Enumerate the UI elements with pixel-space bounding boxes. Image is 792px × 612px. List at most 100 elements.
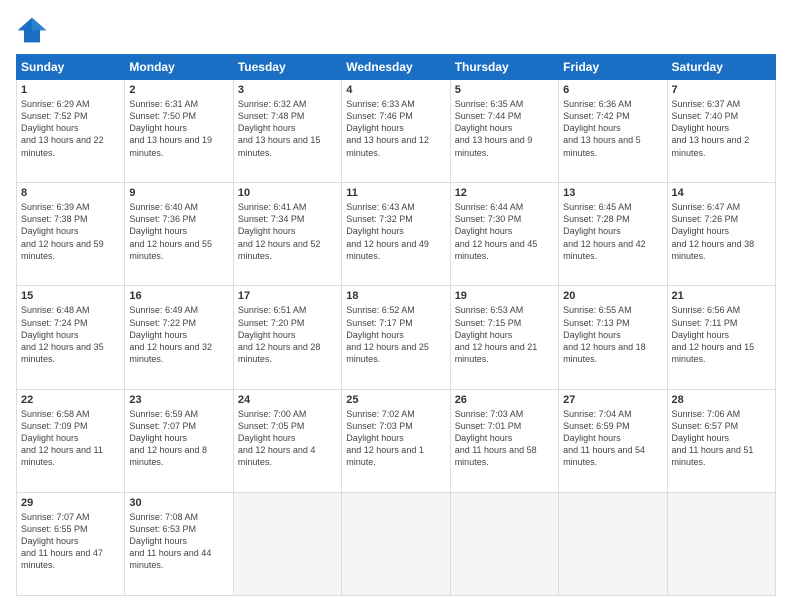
day-number: 13 — [563, 187, 662, 199]
calendar-cell: 5 Sunrise: 6:35 AMSunset: 7:44 PMDayligh… — [450, 80, 558, 183]
calendar-cell — [559, 492, 667, 595]
day-info: Sunrise: 6:31 AMSunset: 7:50 PMDaylight … — [129, 98, 228, 159]
calendar-cell: 1 Sunrise: 6:29 AMSunset: 7:52 PMDayligh… — [17, 80, 125, 183]
logo — [16, 16, 52, 44]
day-header-sunday: Sunday — [17, 55, 125, 80]
day-info: Sunrise: 6:55 AMSunset: 7:13 PMDaylight … — [563, 304, 662, 365]
calendar-week-4: 22 Sunrise: 6:58 AMSunset: 7:09 PMDaylig… — [17, 389, 776, 492]
calendar-cell: 10 Sunrise: 6:41 AMSunset: 7:34 PMDaylig… — [233, 183, 341, 286]
day-number: 11 — [346, 187, 445, 199]
day-number: 30 — [129, 497, 228, 509]
day-number: 22 — [21, 394, 120, 406]
calendar-cell: 23 Sunrise: 6:59 AMSunset: 7:07 PMDaylig… — [125, 389, 233, 492]
calendar-header-row: SundayMondayTuesdayWednesdayThursdayFrid… — [17, 55, 776, 80]
day-info: Sunrise: 6:48 AMSunset: 7:24 PMDaylight … — [21, 304, 120, 365]
calendar-week-1: 1 Sunrise: 6:29 AMSunset: 7:52 PMDayligh… — [17, 80, 776, 183]
calendar-week-3: 15 Sunrise: 6:48 AMSunset: 7:24 PMDaylig… — [17, 286, 776, 389]
day-number: 5 — [455, 84, 554, 96]
day-number: 12 — [455, 187, 554, 199]
day-number: 14 — [672, 187, 771, 199]
day-info: Sunrise: 6:47 AMSunset: 7:26 PMDaylight … — [672, 201, 771, 262]
day-info: Sunrise: 6:40 AMSunset: 7:36 PMDaylight … — [129, 201, 228, 262]
day-number: 21 — [672, 290, 771, 302]
calendar-cell: 17 Sunrise: 6:51 AMSunset: 7:20 PMDaylig… — [233, 286, 341, 389]
calendar-cell: 21 Sunrise: 6:56 AMSunset: 7:11 PMDaylig… — [667, 286, 775, 389]
calendar-cell: 20 Sunrise: 6:55 AMSunset: 7:13 PMDaylig… — [559, 286, 667, 389]
calendar-cell: 22 Sunrise: 6:58 AMSunset: 7:09 PMDaylig… — [17, 389, 125, 492]
day-info: Sunrise: 6:41 AMSunset: 7:34 PMDaylight … — [238, 201, 337, 262]
calendar-cell: 2 Sunrise: 6:31 AMSunset: 7:50 PMDayligh… — [125, 80, 233, 183]
day-info: Sunrise: 7:04 AMSunset: 6:59 PMDaylight … — [563, 408, 662, 469]
page: SundayMondayTuesdayWednesdayThursdayFrid… — [0, 0, 792, 612]
day-info: Sunrise: 6:52 AMSunset: 7:17 PMDaylight … — [346, 304, 445, 365]
day-number: 24 — [238, 394, 337, 406]
day-info: Sunrise: 6:33 AMSunset: 7:46 PMDaylight … — [346, 98, 445, 159]
day-info: Sunrise: 6:58 AMSunset: 7:09 PMDaylight … — [21, 408, 120, 469]
day-number: 10 — [238, 187, 337, 199]
calendar-cell: 6 Sunrise: 6:36 AMSunset: 7:42 PMDayligh… — [559, 80, 667, 183]
day-info: Sunrise: 6:29 AMSunset: 7:52 PMDaylight … — [21, 98, 120, 159]
day-info: Sunrise: 6:35 AMSunset: 7:44 PMDaylight … — [455, 98, 554, 159]
calendar-cell: 29 Sunrise: 7:07 AMSunset: 6:55 PMDaylig… — [17, 492, 125, 595]
calendar-cell: 4 Sunrise: 6:33 AMSunset: 7:46 PMDayligh… — [342, 80, 450, 183]
day-info: Sunrise: 6:49 AMSunset: 7:22 PMDaylight … — [129, 304, 228, 365]
day-info: Sunrise: 7:00 AMSunset: 7:05 PMDaylight … — [238, 408, 337, 469]
day-info: Sunrise: 6:44 AMSunset: 7:30 PMDaylight … — [455, 201, 554, 262]
day-number: 15 — [21, 290, 120, 302]
calendar-cell: 19 Sunrise: 6:53 AMSunset: 7:15 PMDaylig… — [450, 286, 558, 389]
day-number: 6 — [563, 84, 662, 96]
day-info: Sunrise: 6:45 AMSunset: 7:28 PMDaylight … — [563, 201, 662, 262]
calendar-cell: 11 Sunrise: 6:43 AMSunset: 7:32 PMDaylig… — [342, 183, 450, 286]
day-header-tuesday: Tuesday — [233, 55, 341, 80]
calendar-table: SundayMondayTuesdayWednesdayThursdayFrid… — [16, 54, 776, 596]
day-info: Sunrise: 6:59 AMSunset: 7:07 PMDaylight … — [129, 408, 228, 469]
day-number: 25 — [346, 394, 445, 406]
day-number: 9 — [129, 187, 228, 199]
day-info: Sunrise: 7:07 AMSunset: 6:55 PMDaylight … — [21, 511, 120, 572]
day-number: 29 — [21, 497, 120, 509]
calendar-cell: 13 Sunrise: 6:45 AMSunset: 7:28 PMDaylig… — [559, 183, 667, 286]
day-info: Sunrise: 7:03 AMSunset: 7:01 PMDaylight … — [455, 408, 554, 469]
day-header-thursday: Thursday — [450, 55, 558, 80]
day-info: Sunrise: 6:39 AMSunset: 7:38 PMDaylight … — [21, 201, 120, 262]
day-number: 8 — [21, 187, 120, 199]
day-info: Sunrise: 6:43 AMSunset: 7:32 PMDaylight … — [346, 201, 445, 262]
day-header-saturday: Saturday — [667, 55, 775, 80]
day-number: 18 — [346, 290, 445, 302]
calendar-cell: 8 Sunrise: 6:39 AMSunset: 7:38 PMDayligh… — [17, 183, 125, 286]
day-info: Sunrise: 6:32 AMSunset: 7:48 PMDaylight … — [238, 98, 337, 159]
day-info: Sunrise: 7:06 AMSunset: 6:57 PMDaylight … — [672, 408, 771, 469]
day-header-friday: Friday — [559, 55, 667, 80]
day-number: 26 — [455, 394, 554, 406]
day-number: 27 — [563, 394, 662, 406]
calendar-cell — [450, 492, 558, 595]
calendar-cell: 14 Sunrise: 6:47 AMSunset: 7:26 PMDaylig… — [667, 183, 775, 286]
calendar-cell — [233, 492, 341, 595]
calendar-cell: 9 Sunrise: 6:40 AMSunset: 7:36 PMDayligh… — [125, 183, 233, 286]
calendar-cell: 25 Sunrise: 7:02 AMSunset: 7:03 PMDaylig… — [342, 389, 450, 492]
calendar-cell: 3 Sunrise: 6:32 AMSunset: 7:48 PMDayligh… — [233, 80, 341, 183]
day-number: 1 — [21, 84, 120, 96]
calendar-cell — [342, 492, 450, 595]
calendar-cell: 18 Sunrise: 6:52 AMSunset: 7:17 PMDaylig… — [342, 286, 450, 389]
calendar-cell — [667, 492, 775, 595]
day-info: Sunrise: 6:37 AMSunset: 7:40 PMDaylight … — [672, 98, 771, 159]
logo-icon — [16, 16, 48, 44]
day-info: Sunrise: 6:36 AMSunset: 7:42 PMDaylight … — [563, 98, 662, 159]
day-info: Sunrise: 6:51 AMSunset: 7:20 PMDaylight … — [238, 304, 337, 365]
day-number: 7 — [672, 84, 771, 96]
calendar-cell: 26 Sunrise: 7:03 AMSunset: 7:01 PMDaylig… — [450, 389, 558, 492]
day-number: 28 — [672, 394, 771, 406]
day-number: 2 — [129, 84, 228, 96]
calendar-cell: 24 Sunrise: 7:00 AMSunset: 7:05 PMDaylig… — [233, 389, 341, 492]
day-number: 19 — [455, 290, 554, 302]
calendar-week-5: 29 Sunrise: 7:07 AMSunset: 6:55 PMDaylig… — [17, 492, 776, 595]
header — [16, 16, 776, 44]
day-info: Sunrise: 7:08 AMSunset: 6:53 PMDaylight … — [129, 511, 228, 572]
calendar-cell: 7 Sunrise: 6:37 AMSunset: 7:40 PMDayligh… — [667, 80, 775, 183]
calendar-cell: 16 Sunrise: 6:49 AMSunset: 7:22 PMDaylig… — [125, 286, 233, 389]
day-number: 20 — [563, 290, 662, 302]
day-number: 17 — [238, 290, 337, 302]
day-header-monday: Monday — [125, 55, 233, 80]
day-number: 4 — [346, 84, 445, 96]
